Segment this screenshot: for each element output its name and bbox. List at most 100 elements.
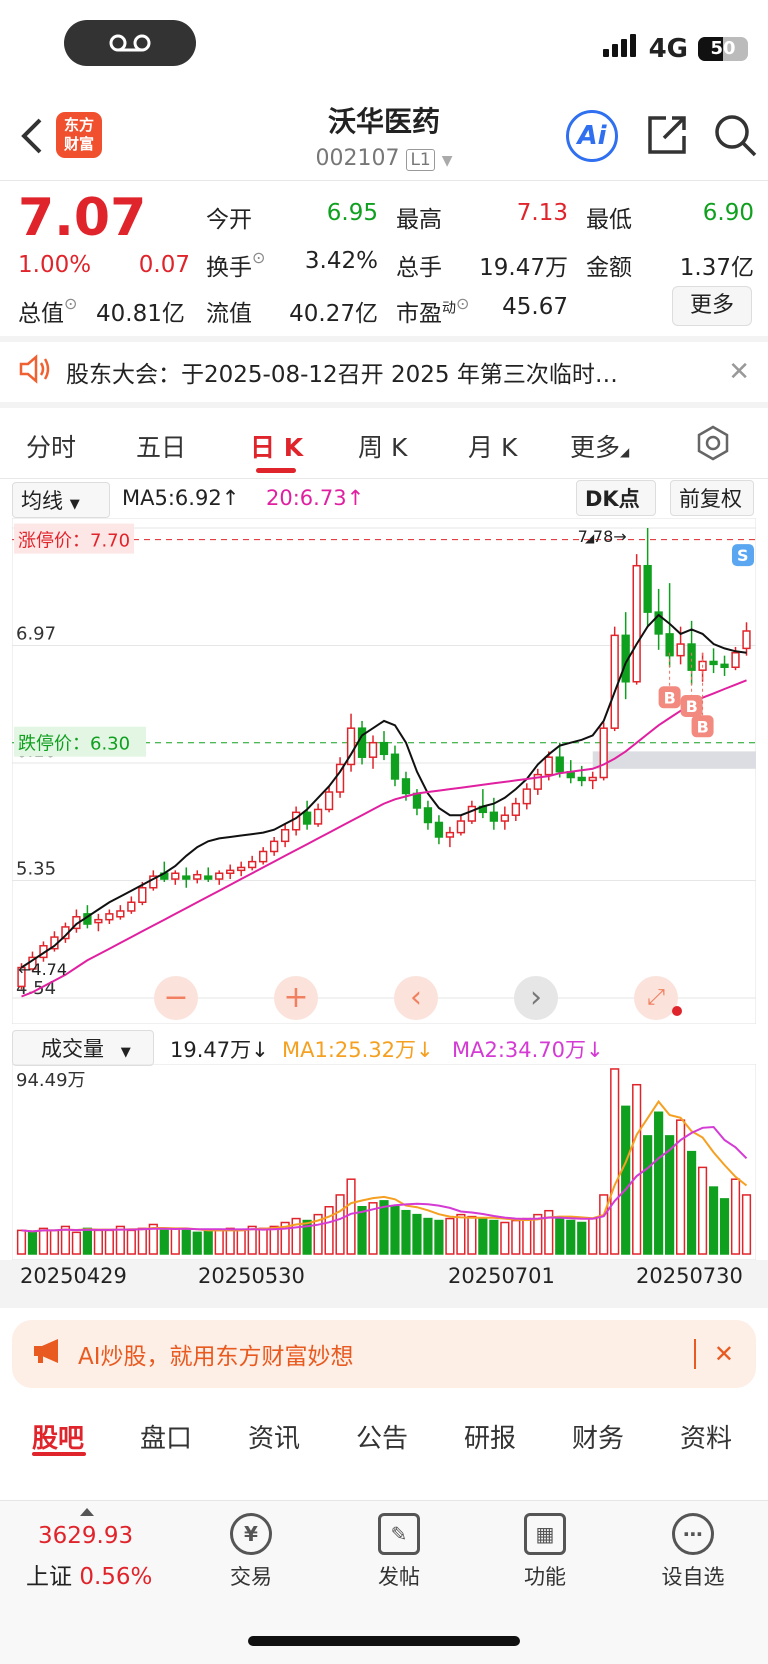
candle <box>555 756 564 773</box>
candle <box>709 660 718 666</box>
info-icon: ⊙ <box>252 248 266 267</box>
tab-intraday[interactable]: 分时 <box>26 428 76 464</box>
volume-bar <box>489 1219 499 1255</box>
tab-forum[interactable]: 股吧 <box>32 1418 84 1455</box>
network-type: 4G <box>648 34 688 64</box>
ai-assistant-button[interactable]: Ai <box>566 110 618 162</box>
volume-bar <box>423 1217 433 1255</box>
volume-bar <box>665 1135 675 1255</box>
close-icon[interactable]: ✕ <box>728 357 750 387</box>
tab-weekly-k[interactable]: 周 K <box>358 428 407 464</box>
caret-up-icon <box>80 1501 94 1520</box>
volume-bar <box>522 1217 532 1255</box>
volume-bar <box>588 1217 598 1255</box>
dk-point-button[interactable]: DK点◢ <box>576 480 656 545</box>
candle <box>643 564 652 613</box>
high-label: 最高 <box>396 207 442 233</box>
share-icon[interactable] <box>646 112 690 160</box>
voicemail-icon <box>109 34 151 52</box>
volume-bar <box>390 1206 400 1255</box>
float-cap-value: 40.27亿 <box>289 301 378 327</box>
tab-monthly-k[interactable]: 月 K <box>468 428 517 464</box>
functions-button[interactable]: ▦ 功能 <box>490 1513 600 1591</box>
tab-five-day[interactable]: 五日 <box>136 428 186 464</box>
tab-news[interactable]: 资讯 <box>248 1418 300 1455</box>
turnover-label: 换手⊙ <box>206 248 266 281</box>
candle <box>434 821 444 838</box>
status-bar: 4G 50 <box>602 34 748 64</box>
scroll-left-button[interactable]: ‹ <box>394 976 438 1020</box>
ma20-readout: 20:6.73↑ <box>266 486 365 510</box>
volume-bar <box>126 1229 136 1255</box>
ai-promo-banner[interactable]: AI炒股，就用东方财富妙想 ✕ <box>12 1320 756 1388</box>
candle <box>401 778 411 795</box>
volume-bar <box>236 1229 246 1255</box>
volume-bar <box>203 1229 213 1255</box>
volume-bar <box>478 1217 488 1255</box>
buy-signal-label: B <box>686 697 698 716</box>
volume-chart[interactable]: 94.49万 <box>12 1064 756 1260</box>
candle <box>500 814 509 822</box>
volume-bar <box>610 1068 620 1255</box>
trade-button[interactable]: ¥ 交易 <box>196 1513 306 1591</box>
speaker-icon <box>18 354 52 390</box>
tab-profile[interactable]: 资料 <box>680 1418 732 1455</box>
tab-more[interactable]: 更多◢ <box>570 428 629 464</box>
volume-bar <box>346 1178 356 1255</box>
volume-bar <box>27 1231 38 1255</box>
candle <box>368 741 378 758</box>
volume-bar <box>49 1229 60 1255</box>
tab-orderbook[interactable]: 盘口 <box>140 1418 192 1455</box>
volume-indicator-select[interactable]: 成交量 ▼ <box>12 1030 154 1066</box>
limit-up-label: 涨停价：7.70 <box>18 531 130 552</box>
date-label: 20250429 <box>20 1264 127 1288</box>
add-watchlist-button[interactable]: ⋯ 设自选 <box>638 1513 748 1591</box>
candle <box>215 872 224 880</box>
candle <box>280 828 290 843</box>
volume-bar <box>456 1213 466 1255</box>
notice-bar[interactable]: 股东大会：于2025-08-12召开 2025 年第三次临时… ✕ <box>0 342 768 402</box>
info-icon: ⊙ <box>456 294 470 313</box>
volume-ma1: MA1:25.32万↓ <box>282 1038 434 1062</box>
forum-tab-indicator <box>32 1452 86 1456</box>
close-icon[interactable]: ✕ <box>714 1340 734 1368</box>
adjust-button[interactable]: 前复权 <box>670 480 754 516</box>
kline-chart[interactable]: 7.786.976.165.354.54涨停价：7.70跌停价：6.307.78… <box>12 518 756 1024</box>
volume-bar <box>500 1221 510 1255</box>
pressure-zone <box>592 751 756 769</box>
candle <box>237 866 246 872</box>
home-indicator <box>248 1636 520 1646</box>
post-button[interactable]: ✎ 发帖 <box>344 1513 454 1591</box>
candle <box>423 807 433 824</box>
indicator-select[interactable]: 均线 ▼ <box>12 482 110 518</box>
volume-bar <box>632 1083 642 1255</box>
fullscreen-button[interactable]: ⤢ <box>634 976 678 1020</box>
settings-icon[interactable] <box>694 424 732 466</box>
candle <box>94 918 103 924</box>
zoom-out-button[interactable]: − <box>154 976 198 1020</box>
candle <box>259 850 268 863</box>
volume-value: 19.47万 <box>479 255 568 281</box>
index-value[interactable]: 3629.93 <box>38 1523 133 1549</box>
more-quote-button[interactable]: 更多 <box>672 286 752 326</box>
index-row[interactable]: 上证 0.56% <box>26 1557 152 1591</box>
tab-daily-k[interactable]: 日 K <box>250 428 303 464</box>
scroll-right-button[interactable]: › <box>514 976 558 1020</box>
candle <box>193 873 202 880</box>
info-icon: ⊙ <box>64 294 78 313</box>
trade-icon: ¥ <box>230 1513 272 1555</box>
volume-max-label: 94.49万 <box>16 1070 86 1091</box>
candle <box>632 564 641 683</box>
tab-research[interactable]: 研报 <box>464 1418 516 1455</box>
candle <box>511 802 520 816</box>
volume-bar <box>412 1213 422 1255</box>
tab-announcements[interactable]: 公告 <box>356 1418 408 1455</box>
volume-bar <box>577 1221 587 1255</box>
volume-bar <box>401 1209 411 1255</box>
signal-icon <box>602 34 639 64</box>
tab-financials[interactable]: 财务 <box>572 1418 624 1455</box>
edit-icon: ✎ <box>378 1513 420 1555</box>
zoom-in-button[interactable]: + <box>274 976 318 1020</box>
volume-bar <box>434 1219 444 1255</box>
search-icon[interactable] <box>712 112 758 162</box>
